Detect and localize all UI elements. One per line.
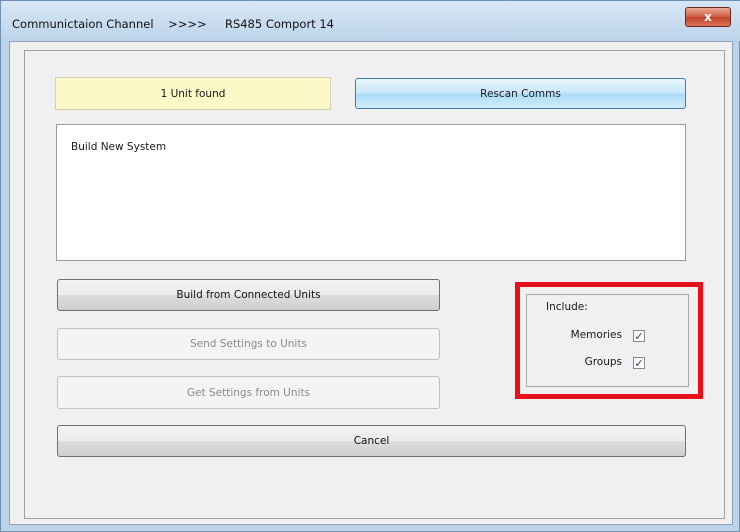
close-icon: x bbox=[704, 10, 712, 24]
rescan-comms-button[interactable]: Rescan Comms bbox=[355, 78, 686, 109]
send-settings-button[interactable]: Send Settings to Units bbox=[57, 328, 440, 360]
units-found-text: 1 Unit found bbox=[160, 87, 226, 100]
title-bar[interactable]: Communictaion Channel >>>> RS485 Comport… bbox=[1, 1, 740, 41]
cancel-button[interactable]: Cancel bbox=[57, 425, 686, 457]
build-from-connected-units-button[interactable]: Build from Connected Units bbox=[57, 279, 440, 311]
system-list-box[interactable]: Build New System bbox=[56, 124, 686, 261]
rescan-comms-label: Rescan Comms bbox=[480, 87, 561, 100]
get-settings-button[interactable]: Get Settings from Units bbox=[57, 376, 440, 409]
get-settings-label: Get Settings from Units bbox=[186, 386, 311, 399]
close-button[interactable]: x bbox=[685, 7, 731, 27]
highlight-box bbox=[515, 282, 703, 399]
units-found-status: 1 Unit found bbox=[55, 77, 331, 110]
cancel-label: Cancel bbox=[353, 435, 390, 447]
window-title: Communictaion Channel >>>> RS485 Comport… bbox=[12, 17, 334, 31]
system-list-item[interactable]: Build New System bbox=[71, 141, 166, 153]
send-settings-label: Send Settings to Units bbox=[190, 338, 307, 350]
build-button-label: Build from Connected Units bbox=[176, 289, 321, 301]
dialog-window: Communictaion Channel >>>> RS485 Comport… bbox=[0, 0, 740, 532]
